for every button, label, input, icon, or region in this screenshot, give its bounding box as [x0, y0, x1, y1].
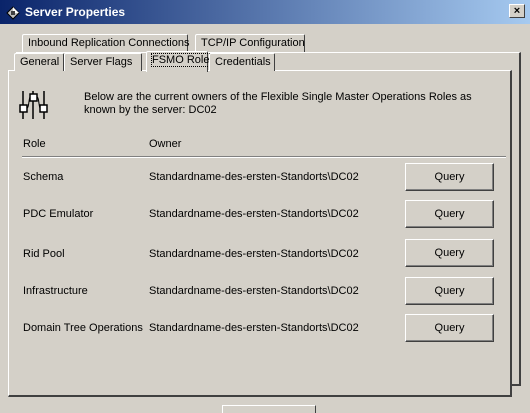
- column-header-role: Role: [23, 138, 46, 150]
- role-name: Domain Tree Operations: [23, 322, 143, 334]
- title-bar[interactable]: Server Properties ×: [0, 0, 530, 24]
- query-button-schema[interactable]: Query: [405, 163, 494, 191]
- tab-fsmo-roles[interactable]: FSMO Roles: [146, 51, 216, 72]
- tab-label: TCP/IP Configuration: [201, 37, 305, 49]
- role-name: Infrastructure: [23, 285, 88, 297]
- role-owner: Standardname-des-ersten-Standorts\DC02: [149, 208, 359, 220]
- role-name: Schema: [23, 171, 64, 183]
- tab-credentials[interactable]: Credentials: [209, 53, 275, 71]
- tab-label: FSMO Roles: [151, 53, 216, 67]
- tab-tcpip-configuration[interactable]: TCP/IP Configuration: [195, 34, 305, 52]
- role-owner: Standardname-des-ersten-Standorts\DC02: [149, 285, 359, 297]
- server-properties-window: Server Properties × Inbound Replication …: [0, 0, 530, 413]
- tab-server-flags[interactable]: Server Flags: [64, 53, 142, 71]
- role-owner: Standardname-des-ersten-Standorts\DC02: [149, 248, 359, 260]
- close-button[interactable]: ×: [509, 4, 525, 18]
- tab-label: Server Flags: [70, 56, 133, 68]
- window-title: Server Properties: [25, 5, 126, 19]
- query-button-infrastructure[interactable]: Query: [405, 277, 494, 305]
- server-properties-icon: [6, 6, 20, 20]
- query-button-rid-pool[interactable]: Query: [405, 239, 494, 267]
- fsmo-roles-icon: [19, 91, 48, 119]
- role-name: Rid Pool: [23, 248, 65, 260]
- tab-general[interactable]: General: [14, 53, 64, 71]
- partial-button-edge: [222, 405, 316, 413]
- tab-label: Credentials: [215, 56, 271, 68]
- role-name: PDC Emulator: [23, 208, 94, 220]
- tab-label: General: [20, 56, 60, 68]
- header-divider: [22, 156, 506, 158]
- tab-inbound-replication-connections[interactable]: Inbound Replication Connections: [22, 34, 190, 52]
- role-owner: Standardname-des-ersten-Standorts\DC02: [149, 171, 359, 183]
- role-owner: Standardname-des-ersten-Standorts\DC02: [149, 322, 359, 334]
- query-button-pdc-emulator[interactable]: Query: [405, 200, 494, 228]
- description-text: Below are the current owners of the Flex…: [84, 91, 472, 116]
- column-header-owner: Owner: [149, 138, 182, 150]
- query-button-domain-tree-operations[interactable]: Query: [405, 314, 494, 342]
- tab-label: Inbound Replication Connections: [28, 37, 190, 49]
- fsmo-roles-panel: [8, 70, 512, 397]
